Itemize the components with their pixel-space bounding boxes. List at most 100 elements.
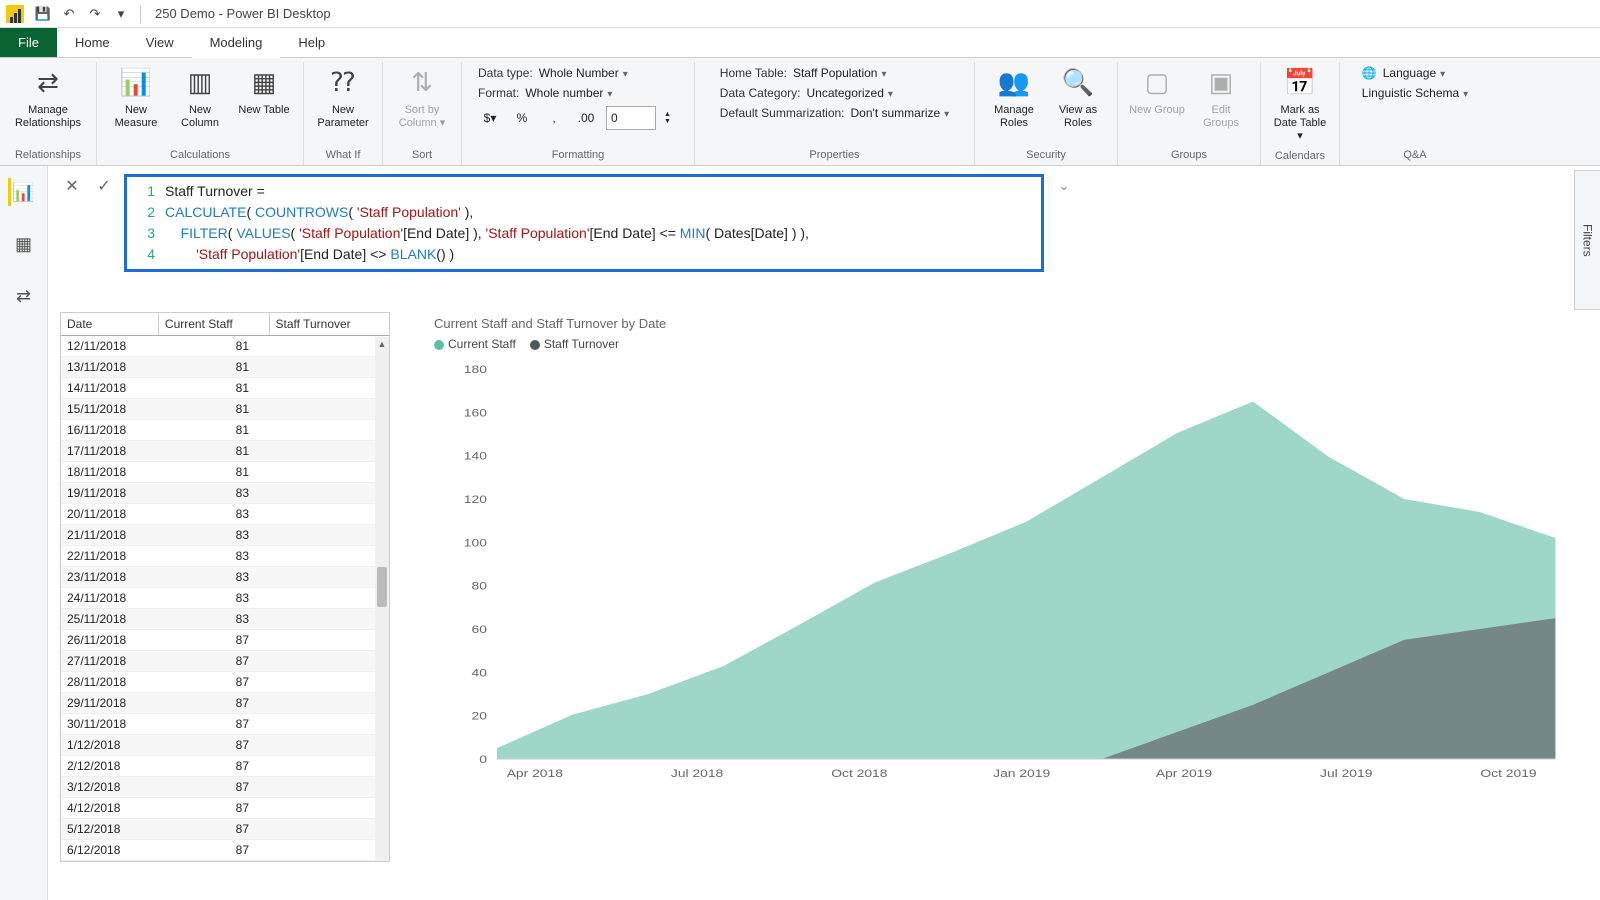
- file-menu[interactable]: File: [0, 28, 57, 57]
- ribbon-group-formatting: Data type: Whole Number Format: Whole nu…: [462, 62, 695, 165]
- formula-commit-icon[interactable]: ✓: [92, 174, 116, 198]
- table-row[interactable]: 15/11/201881: [61, 399, 389, 420]
- table-row[interactable]: 12/11/201881: [61, 336, 389, 357]
- data-category-dropdown[interactable]: Data Category: Uncategorized: [720, 86, 949, 100]
- tab-view[interactable]: View: [128, 28, 192, 57]
- table-row[interactable]: 25/11/201883: [61, 609, 389, 630]
- table-row[interactable]: 13/11/201881: [61, 357, 389, 378]
- ribbon: ⇄Manage Relationships Relationships 📊New…: [0, 58, 1600, 166]
- svg-text:120: 120: [464, 493, 487, 505]
- table-row[interactable]: 24/11/201883: [61, 588, 389, 609]
- chart-legend: Current Staff Staff Turnover: [434, 337, 1568, 351]
- edit-groups-button[interactable]: ▣Edit Groups: [1190, 62, 1252, 134]
- view-as-roles-button[interactable]: 🔍View as Roles: [1047, 62, 1109, 134]
- filters-pane-tab[interactable]: Filters: [1574, 170, 1600, 310]
- report-canvas[interactable]: Date 1/0… ✕ ✓ 1Staff Turnover = 2CALCULA…: [48, 166, 1600, 900]
- new-column-button[interactable]: ▥New Column: [169, 62, 231, 134]
- data-view-icon[interactable]: ▦: [10, 230, 38, 258]
- format-dropdown[interactable]: Format: Whole number: [478, 86, 678, 100]
- formula-bar: ✕ ✓ 1Staff Turnover = 2CALCULATE( COUNTR…: [60, 174, 1588, 272]
- currency-button[interactable]: $▾: [478, 106, 502, 130]
- new-parameter-button[interactable]: ⁇New Parameter: [312, 62, 374, 134]
- model-view-icon[interactable]: ⇄: [10, 282, 38, 310]
- title-bar: 💾 ↶ ↷ ▾ 250 Demo - Power BI Desktop: [0, 0, 1600, 28]
- table-row[interactable]: 21/11/201883: [61, 525, 389, 546]
- mark-as-date-table-button[interactable]: 📅Mark as Date Table ▾: [1269, 62, 1331, 148]
- measure-icon: 📊: [119, 66, 153, 100]
- tab-modeling[interactable]: Modeling: [192, 29, 281, 58]
- svg-text:Oct 2019: Oct 2019: [1480, 767, 1536, 779]
- formula-cancel-icon[interactable]: ✕: [60, 174, 84, 198]
- window-title: 250 Demo - Power BI Desktop: [155, 6, 331, 21]
- group-label: Groups: [1171, 147, 1207, 165]
- default-summarization-dropdown[interactable]: Default Summarization: Don't summarize: [720, 106, 949, 120]
- view-roles-icon: 🔍: [1061, 66, 1095, 100]
- table-row[interactable]: 19/11/201883: [61, 483, 389, 504]
- qat-more-icon[interactable]: ▾: [110, 3, 132, 25]
- table-row[interactable]: 2/12/201887: [61, 756, 389, 777]
- table-row[interactable]: 27/11/201887: [61, 651, 389, 672]
- svg-text:60: 60: [472, 623, 487, 635]
- language-dropdown[interactable]: 🌐 Language: [1362, 66, 1468, 80]
- table-row[interactable]: 5/12/201887: [61, 819, 389, 840]
- decimals-spinner[interactable]: ▲▼: [664, 111, 678, 125]
- column-icon: ▥: [183, 66, 217, 100]
- home-table-dropdown[interactable]: Home Table: Staff Population: [720, 66, 949, 80]
- scroll-up-icon[interactable]: ▲: [375, 337, 389, 351]
- table-row[interactable]: 30/11/201887: [61, 714, 389, 735]
- table-row[interactable]: 20/11/201883: [61, 504, 389, 525]
- col-header-current-staff[interactable]: Current Staff: [158, 313, 269, 336]
- manage-roles-button[interactable]: 👥Manage Roles: [983, 62, 1045, 134]
- table-row[interactable]: 4/12/201887: [61, 798, 389, 819]
- formula-editor[interactable]: 1Staff Turnover = 2CALCULATE( COUNTROWS(…: [124, 174, 1044, 272]
- group-label: What If: [326, 147, 361, 165]
- table-row[interactable]: 6/12/201887: [61, 840, 389, 861]
- table-row[interactable]: 26/11/201887: [61, 630, 389, 651]
- ribbon-group-relationships: ⇄Manage Relationships Relationships: [0, 62, 97, 165]
- report-view-icon[interactable]: 📊: [8, 178, 36, 206]
- table-row[interactable]: 3/12/201887: [61, 777, 389, 798]
- table-row[interactable]: 17/11/201881: [61, 441, 389, 462]
- table-row[interactable]: 29/11/201887: [61, 693, 389, 714]
- new-table-button[interactable]: ▦New Table: [233, 62, 295, 121]
- tab-home[interactable]: Home: [57, 28, 128, 57]
- group-icon: ▢: [1140, 66, 1174, 100]
- ribbon-group-calendars: 📅Mark as Date Table ▾ Calendars: [1261, 62, 1340, 165]
- table-row[interactable]: 18/11/201881: [61, 462, 389, 483]
- decimals-input[interactable]: 0: [606, 106, 656, 130]
- ribbon-group-security: 👥Manage Roles 🔍View as Roles Security: [975, 62, 1118, 165]
- percent-button[interactable]: %: [510, 106, 534, 130]
- area-chart-visual[interactable]: Current Staff and Staff Turnover by Date…: [430, 312, 1588, 803]
- svg-text:Oct 2018: Oct 2018: [831, 767, 887, 779]
- new-measure-button[interactable]: 📊New Measure: [105, 62, 167, 134]
- save-icon[interactable]: 💾: [32, 3, 54, 25]
- table-row[interactable]: 1/12/201887: [61, 735, 389, 756]
- col-header-staff-turnover[interactable]: Staff Turnover: [269, 313, 389, 336]
- sort-by-column-button[interactable]: ⇅Sort by Column ▾: [391, 62, 453, 134]
- comma-button[interactable]: ,: [542, 106, 566, 130]
- new-group-button[interactable]: ▢New Group: [1126, 62, 1188, 121]
- ribbon-group-sort: ⇅Sort by Column ▾ Sort: [383, 62, 462, 165]
- table-row[interactable]: 22/11/201883: [61, 546, 389, 567]
- col-header-date[interactable]: Date: [61, 313, 158, 336]
- scroll-thumb[interactable]: [377, 567, 387, 607]
- table-scrollbar[interactable]: ▲: [375, 337, 389, 861]
- table-row[interactable]: 14/11/201881: [61, 378, 389, 399]
- chart-plot-area: 020406080100120140160180Apr 2018Jul 2018…: [434, 359, 1568, 799]
- table-row[interactable]: 16/11/201881: [61, 420, 389, 441]
- linguistic-schema-dropdown[interactable]: Linguistic Schema: [1362, 86, 1468, 100]
- svg-text:Jul 2019: Jul 2019: [1320, 767, 1372, 779]
- table-row[interactable]: 28/11/201887: [61, 672, 389, 693]
- chart-title: Current Staff and Staff Turnover by Date: [434, 316, 1568, 331]
- table-row[interactable]: 23/11/201883: [61, 567, 389, 588]
- svg-text:Jan 2019: Jan 2019: [993, 767, 1050, 779]
- formula-expand-icon[interactable]: ⌄: [1052, 174, 1076, 194]
- tab-help[interactable]: Help: [280, 28, 343, 57]
- undo-icon[interactable]: ↶: [58, 3, 80, 25]
- manage-relationships-button[interactable]: ⇄Manage Relationships: [8, 62, 88, 134]
- table-visual[interactable]: Date Current Staff Staff Turnover 12/11/…: [60, 312, 390, 862]
- group-label: Sort: [412, 147, 432, 165]
- datatype-dropdown[interactable]: Data type: Whole Number: [478, 66, 678, 80]
- redo-icon[interactable]: ↷: [84, 3, 106, 25]
- svg-text:0: 0: [479, 753, 487, 765]
